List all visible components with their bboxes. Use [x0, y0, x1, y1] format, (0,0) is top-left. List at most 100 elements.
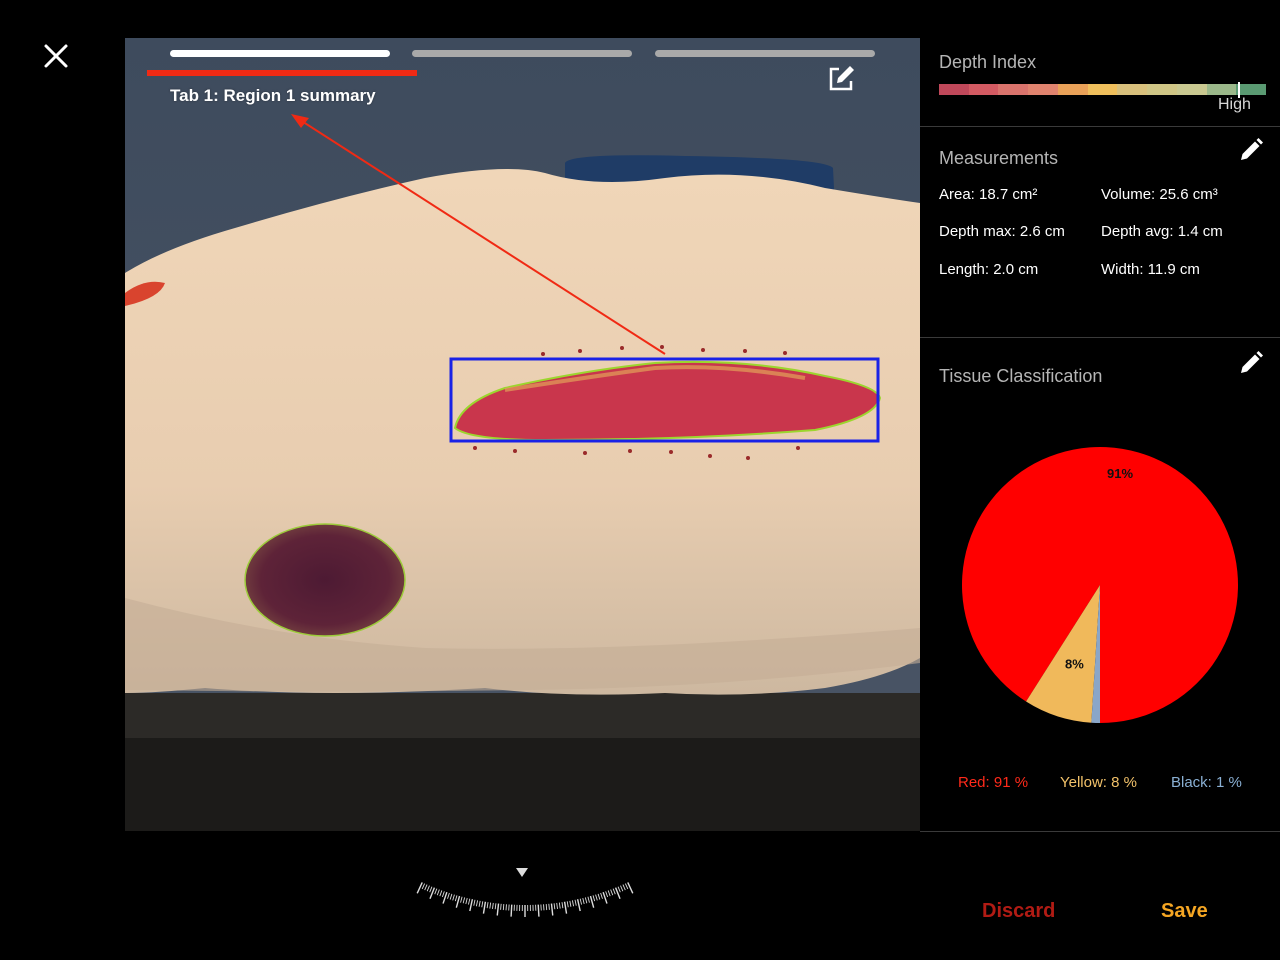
dial-tick [429, 886, 433, 893]
region-summary-title: Tab 1: Region 1 summary [170, 86, 376, 105]
wound-photo[interactable]: Tab 1: Region 1 summary [125, 38, 920, 831]
tissue-classification-title: Tissue Classification [939, 366, 1103, 386]
dial-tick [436, 889, 440, 896]
dial-tick [569, 900, 572, 907]
depth-scale-segment [1087, 84, 1118, 95]
area-value: Area: 18.7 cm² [939, 186, 1038, 203]
close-button[interactable] [40, 40, 72, 72]
dial-tick [455, 895, 461, 908]
dial-tick [563, 901, 568, 914]
depth-index-level: High [1218, 96, 1251, 113]
dial-tick [482, 901, 487, 914]
discard-button[interactable]: Discard [982, 900, 1055, 923]
tissue-classification-section: Tissue Classification 91% 8% Red: 91 % Ye… [920, 338, 1280, 832]
dial-tick [478, 900, 481, 907]
dial-pointer-icon [516, 868, 528, 877]
depth-scale-segment [1028, 84, 1058, 95]
save-button[interactable]: Save [1161, 900, 1208, 923]
dial-tick [537, 904, 540, 917]
dial-tick [492, 902, 494, 909]
dial-tick [465, 897, 468, 905]
dial-tick [595, 894, 598, 901]
length-value: Length: 2.0 cm [939, 261, 1039, 278]
dial-tick [449, 893, 453, 900]
dial-tick [566, 901, 569, 908]
pie-label-red: 91% [1107, 466, 1133, 481]
dial-tick [473, 899, 476, 906]
dial-tick [510, 904, 513, 917]
dial-tick [587, 896, 590, 903]
dial-tick [617, 886, 621, 893]
dial-tick [475, 900, 479, 907]
edit-measurements-button[interactable] [1238, 137, 1264, 163]
dial-tick [600, 892, 603, 899]
depth-scale-segment [998, 84, 1029, 95]
dial-tick [553, 903, 556, 910]
dial-tick [589, 895, 595, 908]
dial-tick [550, 903, 554, 916]
dial-tick [582, 897, 585, 905]
dial-tick [434, 888, 438, 895]
depth-scale-segment [1236, 84, 1267, 95]
dial-tick [447, 892, 450, 899]
edit-tissue-button[interactable] [1238, 350, 1264, 376]
edit-photo-button[interactable] [825, 63, 857, 95]
dial-tick [424, 884, 428, 891]
dial-tick [489, 902, 492, 909]
dial-tick [620, 885, 624, 892]
tab-3-indicator[interactable] [655, 50, 875, 57]
dial-tick [416, 882, 423, 894]
legend-black: Black: 1 % [1171, 774, 1242, 791]
depth-scale-segment [1147, 84, 1177, 95]
dial-tick [574, 899, 577, 906]
dial-tick [561, 902, 564, 909]
dial-tick [627, 882, 634, 894]
depth-max-value: Depth max: 2.6 cm [939, 223, 1065, 240]
tissue-pie-chart: 91% 8% [960, 445, 1240, 725]
depth-scale-segment [1176, 84, 1207, 95]
dial-tick [468, 898, 471, 905]
depth-avg-value: Depth avg: 1.4 cm [1101, 223, 1223, 240]
measurements-section: Measurements Area: 18.7 cm² Volume: 25.6… [920, 127, 1280, 338]
dial-tick [469, 899, 474, 912]
dial-tick [624, 883, 629, 890]
depth-scale-segment [1117, 84, 1148, 95]
depth-index-scale [939, 84, 1267, 95]
dial-tick [460, 896, 463, 903]
dial-tick [592, 895, 596, 902]
legend-yellow: Yellow: 8 % [1060, 774, 1137, 791]
dial-tick [584, 897, 588, 904]
wound-photo-image [125, 38, 920, 831]
dial-tick [500, 903, 502, 910]
measurements-title: Measurements [939, 148, 1059, 168]
dial-tick [579, 898, 582, 905]
volume-value: Volume: 25.6 cm³ [1101, 186, 1218, 203]
dial-tick [576, 899, 581, 912]
pencil-icon [1241, 138, 1263, 160]
tab-1-indicator[interactable] [170, 50, 390, 57]
tab-2-indicator[interactable] [412, 50, 632, 57]
dial-tick [496, 903, 500, 916]
dial-tick [610, 889, 614, 896]
dial-tick [548, 903, 550, 910]
dial-tick [486, 902, 489, 909]
dial-tick [571, 900, 575, 907]
pencil-icon [1241, 351, 1263, 373]
dial-tick [612, 888, 616, 895]
dial-tick [607, 890, 611, 897]
dial-tick [439, 890, 443, 897]
depth-scale-segment [1206, 84, 1237, 95]
depth-index-section: Depth Index High [920, 38, 1280, 127]
close-icon [44, 44, 68, 68]
dial-tick [421, 883, 426, 890]
dial-tick [556, 902, 558, 909]
dial-tick [494, 903, 497, 910]
dial-tick [462, 897, 466, 904]
dial-tick [622, 884, 626, 891]
dial-tick [545, 904, 548, 911]
dial-tick [481, 901, 484, 908]
rotation-dial[interactable] [370, 835, 680, 925]
legend-red: Red: 91 % [958, 774, 1029, 791]
pie-label-yellow: 8% [1065, 657, 1084, 672]
dial-tick [454, 895, 458, 902]
